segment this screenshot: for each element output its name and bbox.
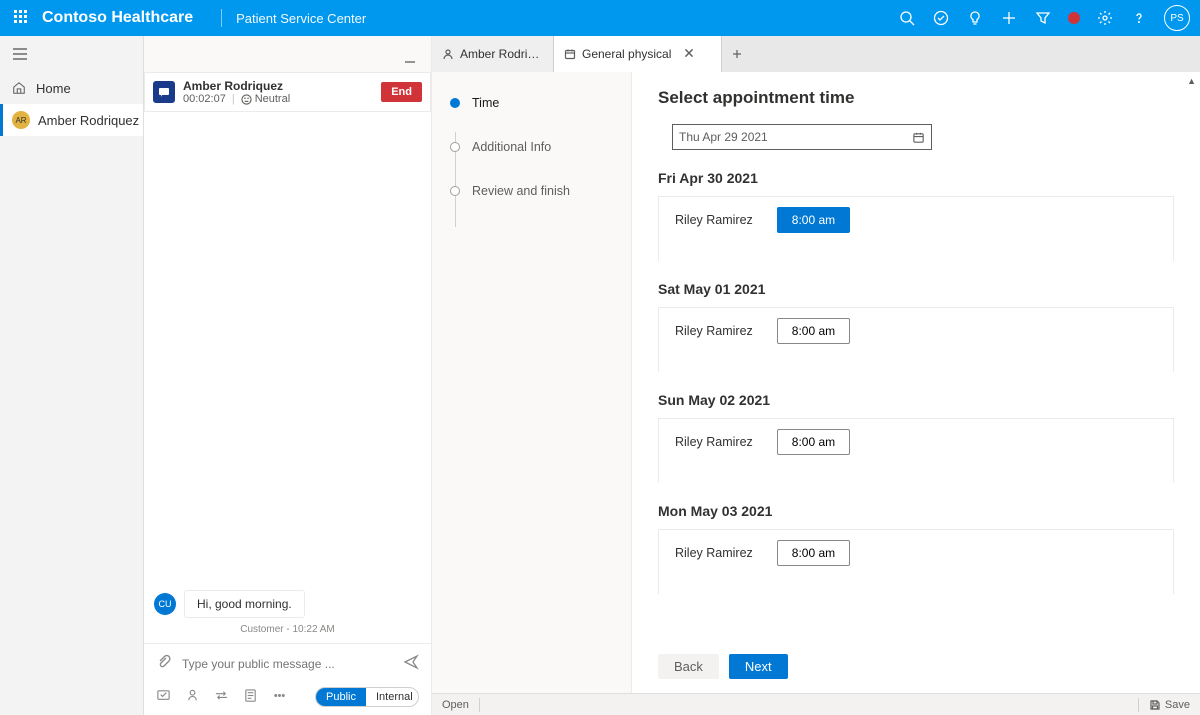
message-bubble: Hi, good morning. xyxy=(184,590,305,618)
consult-icon[interactable] xyxy=(185,688,200,706)
back-button[interactable]: Back xyxy=(658,654,719,679)
step-additional[interactable]: Additional Info xyxy=(450,140,621,154)
conversation-body: CU Hi, good morning. Customer - 10:22 AM xyxy=(144,112,431,643)
app-launcher-icon[interactable] xyxy=(14,10,30,26)
next-button[interactable]: Next xyxy=(729,654,788,679)
status-open: Open xyxy=(442,699,469,711)
search-icon[interactable] xyxy=(890,0,924,36)
time-slot-button[interactable]: 8:00 am xyxy=(777,429,850,455)
day-block: Mon May 03 2021 Riley Ramirez 8:00 am xyxy=(658,503,1174,594)
audience-internal[interactable]: Internal xyxy=(366,688,419,706)
add-tab-button[interactable] xyxy=(722,36,752,72)
message-input[interactable] xyxy=(182,657,393,671)
app-name: Patient Service Center xyxy=(236,11,366,26)
message-meta: Customer - 10:22 AM xyxy=(154,624,421,635)
slot-card: Riley Ramirez 8:00 am xyxy=(658,418,1174,483)
step-time[interactable]: Time xyxy=(450,96,621,110)
day-block: Sun May 02 2021 Riley Ramirez 8:00 am xyxy=(658,392,1174,483)
nav-item-label: Amber Rodriquez xyxy=(38,113,139,128)
calendar-icon xyxy=(564,48,576,60)
nav-item-home[interactable]: Home xyxy=(0,72,143,104)
divider xyxy=(221,9,222,27)
send-icon[interactable] xyxy=(403,654,419,673)
message-avatar: CU xyxy=(154,593,176,615)
task-checkmark-icon[interactable] xyxy=(924,0,958,36)
sentiment-neutral-icon xyxy=(241,94,252,105)
step-label: Additional Info xyxy=(472,140,551,154)
day-label: Sun May 02 2021 xyxy=(658,392,1174,408)
tab-profile[interactable]: Amber Rodriquez xyxy=(432,36,554,72)
user-avatar[interactable]: PS xyxy=(1164,5,1190,31)
date-value: Thu Apr 29 2021 xyxy=(679,130,768,144)
sentiment-badge: Neutral xyxy=(241,93,290,105)
message-row: CU Hi, good morning. xyxy=(154,590,421,618)
audience-toggle[interactable]: Public Internal xyxy=(315,687,419,707)
brand-title: Contoso Healthcare xyxy=(42,9,193,27)
step-label: Time xyxy=(472,96,499,110)
settings-gear-icon[interactable] xyxy=(1088,0,1122,36)
lightbulb-icon[interactable] xyxy=(958,0,992,36)
conversation-header: Amber Rodriquez 00:02:07 | Neutral End xyxy=(144,72,431,112)
quick-reply-icon[interactable] xyxy=(156,688,171,706)
slot-card: Riley Ramirez 8:00 am xyxy=(658,529,1174,594)
session-avatar: AR xyxy=(12,111,30,129)
provider-name: Riley Ramirez xyxy=(675,435,753,449)
day-label: Mon May 03 2021 xyxy=(658,503,1174,519)
wizard-footer: Back Next xyxy=(632,640,1200,693)
minimize-icon[interactable] xyxy=(399,47,421,72)
menu-toggle-icon[interactable] xyxy=(0,36,143,72)
home-icon xyxy=(12,81,26,95)
day-label: Sat May 01 2021 xyxy=(658,281,1174,297)
conversation-customer-name: Amber Rodriquez xyxy=(183,79,290,93)
status-bar: Open Save xyxy=(432,693,1200,715)
transfer-icon[interactable] xyxy=(214,688,229,706)
help-icon[interactable] xyxy=(1122,0,1156,36)
more-icon[interactable] xyxy=(272,688,287,706)
plus-icon[interactable] xyxy=(992,0,1026,36)
provider-name: Riley Ramirez xyxy=(675,324,753,338)
wizard-steps: Time Additional Info Review and finish xyxy=(432,72,632,693)
notes-icon[interactable] xyxy=(243,688,258,706)
scroll-up-icon[interactable]: ▲ xyxy=(1187,76,1196,86)
tab-label: Amber Rodriquez xyxy=(460,47,543,61)
tab-label: General physical xyxy=(582,47,671,61)
nav-item-session[interactable]: AR Amber Rodriquez xyxy=(0,104,143,136)
conversation-duration: 00:02:07 xyxy=(183,93,226,105)
chat-channel-icon xyxy=(153,81,175,103)
appointment-title: Select appointment time xyxy=(658,88,1174,108)
nav-item-label: Home xyxy=(36,81,71,96)
save-button[interactable]: Save xyxy=(1149,699,1190,711)
provider-name: Riley Ramirez xyxy=(675,546,753,560)
global-top-bar: Contoso Healthcare Patient Service Cente… xyxy=(0,0,1200,36)
workspace-tabs: Amber Rodriquez General physical xyxy=(432,36,1200,72)
step-review[interactable]: Review and finish xyxy=(450,184,621,198)
nav-rail: Home AR Amber Rodriquez xyxy=(0,36,144,715)
end-call-button[interactable]: End xyxy=(381,82,422,102)
date-picker[interactable]: Thu Apr 29 2021 xyxy=(672,124,932,150)
slot-card: Riley Ramirez 8:00 am xyxy=(658,196,1174,261)
attachment-icon[interactable] xyxy=(156,654,172,673)
provider-name: Riley Ramirez xyxy=(675,213,753,227)
person-icon xyxy=(442,48,454,60)
conversation-panel: Amber Rodriquez 00:02:07 | Neutral End C… xyxy=(144,36,432,715)
tab-task[interactable]: General physical xyxy=(554,36,722,72)
audience-public[interactable]: Public xyxy=(316,688,366,706)
close-icon[interactable] xyxy=(683,47,695,62)
filter-icon[interactable] xyxy=(1026,0,1060,36)
time-slot-button[interactable]: 8:00 am xyxy=(777,207,850,233)
save-icon xyxy=(1149,699,1161,711)
time-slot-button[interactable]: 8:00 am xyxy=(777,318,850,344)
recording-indicator-icon xyxy=(1068,12,1080,24)
day-block: Sat May 01 2021 Riley Ramirez 8:00 am xyxy=(658,281,1174,372)
calendar-icon xyxy=(912,131,925,144)
compose-area: Public Internal xyxy=(144,643,431,715)
step-label: Review and finish xyxy=(472,184,570,198)
slot-card: Riley Ramirez 8:00 am xyxy=(658,307,1174,372)
time-slot-button[interactable]: 8:00 am xyxy=(777,540,850,566)
appointment-panel: ▲ Select appointment time Thu Apr 29 202… xyxy=(632,72,1200,693)
day-label: Fri Apr 30 2021 xyxy=(658,170,1174,186)
day-block: Fri Apr 30 2021 Riley Ramirez 8:00 am xyxy=(658,170,1174,261)
